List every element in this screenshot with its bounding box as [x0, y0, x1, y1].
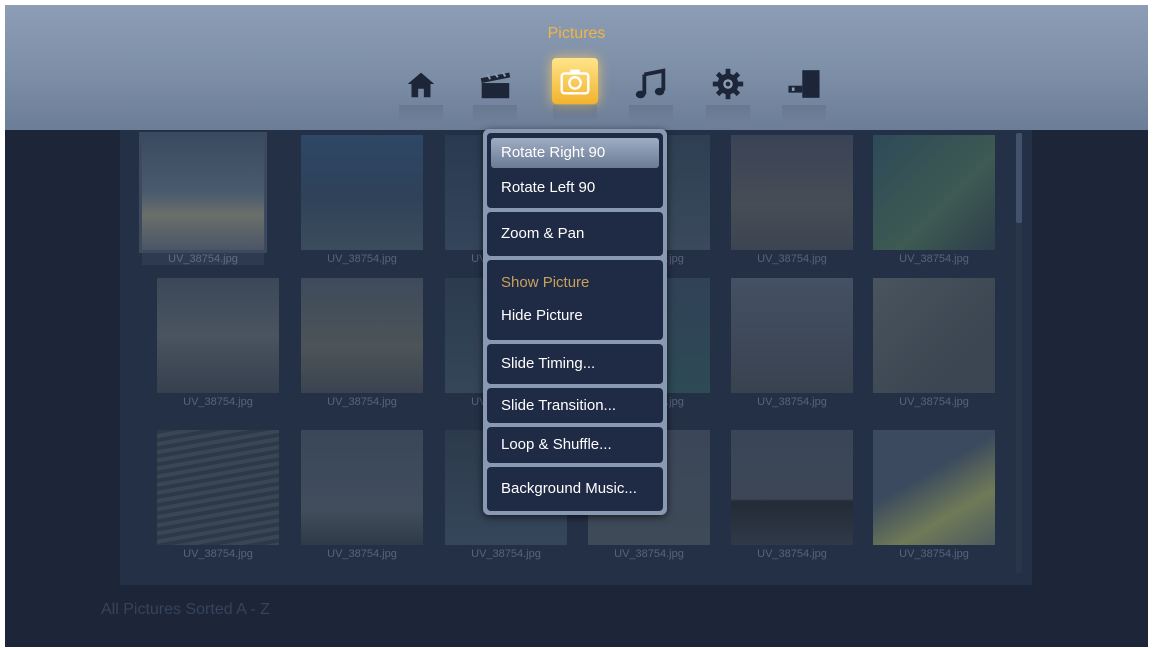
thumbnail-label: UV_38754.jpg — [183, 548, 253, 560]
menu-item-loop-shuffle[interactable]: Loop & Shuffle... — [491, 430, 659, 460]
menu-group-timing: Slide Timing... — [487, 344, 663, 384]
thumbnail-label: UV_38754.jpg — [327, 396, 397, 408]
menu-item-rotate-left[interactable]: Rotate Left 90 — [491, 173, 659, 203]
thumbnail-tile[interactable]: UV_38754.jpg — [731, 278, 853, 408]
thumbnail-label: UV_38754.jpg — [899, 548, 969, 560]
thumbnail-label: UV_38754.jpg — [327, 253, 397, 265]
thumbnail-image — [301, 135, 423, 250]
thumbnail-image — [139, 132, 267, 253]
thumbnail-image — [301, 430, 423, 545]
thumbnail-tile[interactable]: UV_38754.jpg — [731, 135, 853, 265]
thumbnail-tile[interactable]: UV_38754.jpg — [731, 430, 853, 560]
thumbnail-tile[interactable]: UV_38754.jpg — [301, 430, 423, 560]
settings-icon[interactable] — [706, 62, 750, 106]
media-screen: Pictures UV_38754.jpg UV_38754.jpg UV_38… — [5, 5, 1148, 647]
menu-group-rotate: Rotate Right 90 Rotate Left 90 — [487, 133, 663, 208]
menu-item-rotate-right[interactable]: Rotate Right 90 — [491, 138, 659, 168]
thumbnail-tile[interactable]: UV_38754.jpg — [157, 278, 279, 408]
thumbnail-tile[interactable]: UV_38754.jpg — [873, 278, 995, 408]
thumbnail-tile[interactable]: UV_38754.jpg — [873, 430, 995, 560]
device-icon[interactable] — [782, 62, 826, 106]
thumbnail-label: UV_38754.jpg — [614, 548, 684, 560]
section-title: Pictures — [547, 25, 606, 42]
menu-item-slide-timing[interactable]: Slide Timing... — [491, 349, 659, 379]
thumbnail-label: UV_38754.jpg — [899, 396, 969, 408]
thumbnail-image — [157, 430, 279, 545]
thumbnail-image — [731, 135, 853, 250]
menu-item-show-picture[interactable]: Show Picture — [491, 268, 659, 298]
thumbnail-label: UV_38754.jpg — [757, 396, 827, 408]
context-menu: Rotate Right 90 Rotate Left 90 Zoom & Pa… — [483, 129, 667, 515]
music-icon[interactable] — [629, 62, 673, 106]
thumbnail-label: UV_38754.jpg — [757, 253, 827, 265]
thumbnail-tile[interactable]: UV_38754.jpg — [873, 135, 995, 265]
menu-group-zoom: Zoom & Pan — [487, 212, 663, 256]
thumbnail-label: UV_38754.jpg — [142, 253, 264, 265]
thumbnail-image — [873, 278, 995, 393]
menu-item-hide-picture[interactable]: Hide Picture — [491, 301, 659, 331]
thumbnail-image — [157, 278, 279, 393]
pictures-icon[interactable] — [552, 58, 598, 104]
thumbnail-label: UV_38754.jpg — [757, 548, 827, 560]
thumbnail-image — [873, 430, 995, 545]
thumbnail-label: UV_38754.jpg — [183, 396, 253, 408]
top-nav-bar: Pictures — [5, 5, 1148, 130]
menu-item-background-music[interactable]: Background Music... — [491, 474, 659, 504]
menu-group-loop: Loop & Shuffle... — [487, 427, 663, 463]
grid-scrollbar[interactable] — [1016, 133, 1022, 573]
movies-icon[interactable] — [473, 62, 517, 106]
thumbnail-tile[interactable]: UV_38754.jpg — [301, 278, 423, 408]
thumbnail-image — [731, 278, 853, 393]
thumbnail-image — [731, 430, 853, 545]
menu-item-slide-transition[interactable]: Slide Transition... — [491, 391, 659, 421]
menu-item-zoom-pan[interactable]: Zoom & Pan — [491, 219, 659, 249]
thumbnail-image — [301, 278, 423, 393]
scrollbar-thumb[interactable] — [1016, 133, 1022, 223]
thumbnail-label: UV_38754.jpg — [899, 253, 969, 265]
thumbnail-tile[interactable]: UV_38754.jpg — [301, 135, 423, 265]
home-icon[interactable] — [399, 62, 443, 106]
menu-group-visibility: Show Picture Hide Picture — [487, 260, 663, 340]
thumbnail-tile[interactable]: UV_38754.jpg — [157, 430, 279, 560]
thumbnail-label: UV_38754.jpg — [327, 548, 397, 560]
thumbnail-label: UV_38754.jpg — [471, 548, 541, 560]
thumbnail-image — [873, 135, 995, 250]
menu-group-music: Background Music... — [487, 467, 663, 511]
sort-status: All Pictures Sorted A - Z — [101, 601, 270, 618]
menu-group-transition: Slide Transition... — [487, 388, 663, 423]
thumbnail-tile[interactable]: UV_38754.jpg — [139, 132, 267, 265]
